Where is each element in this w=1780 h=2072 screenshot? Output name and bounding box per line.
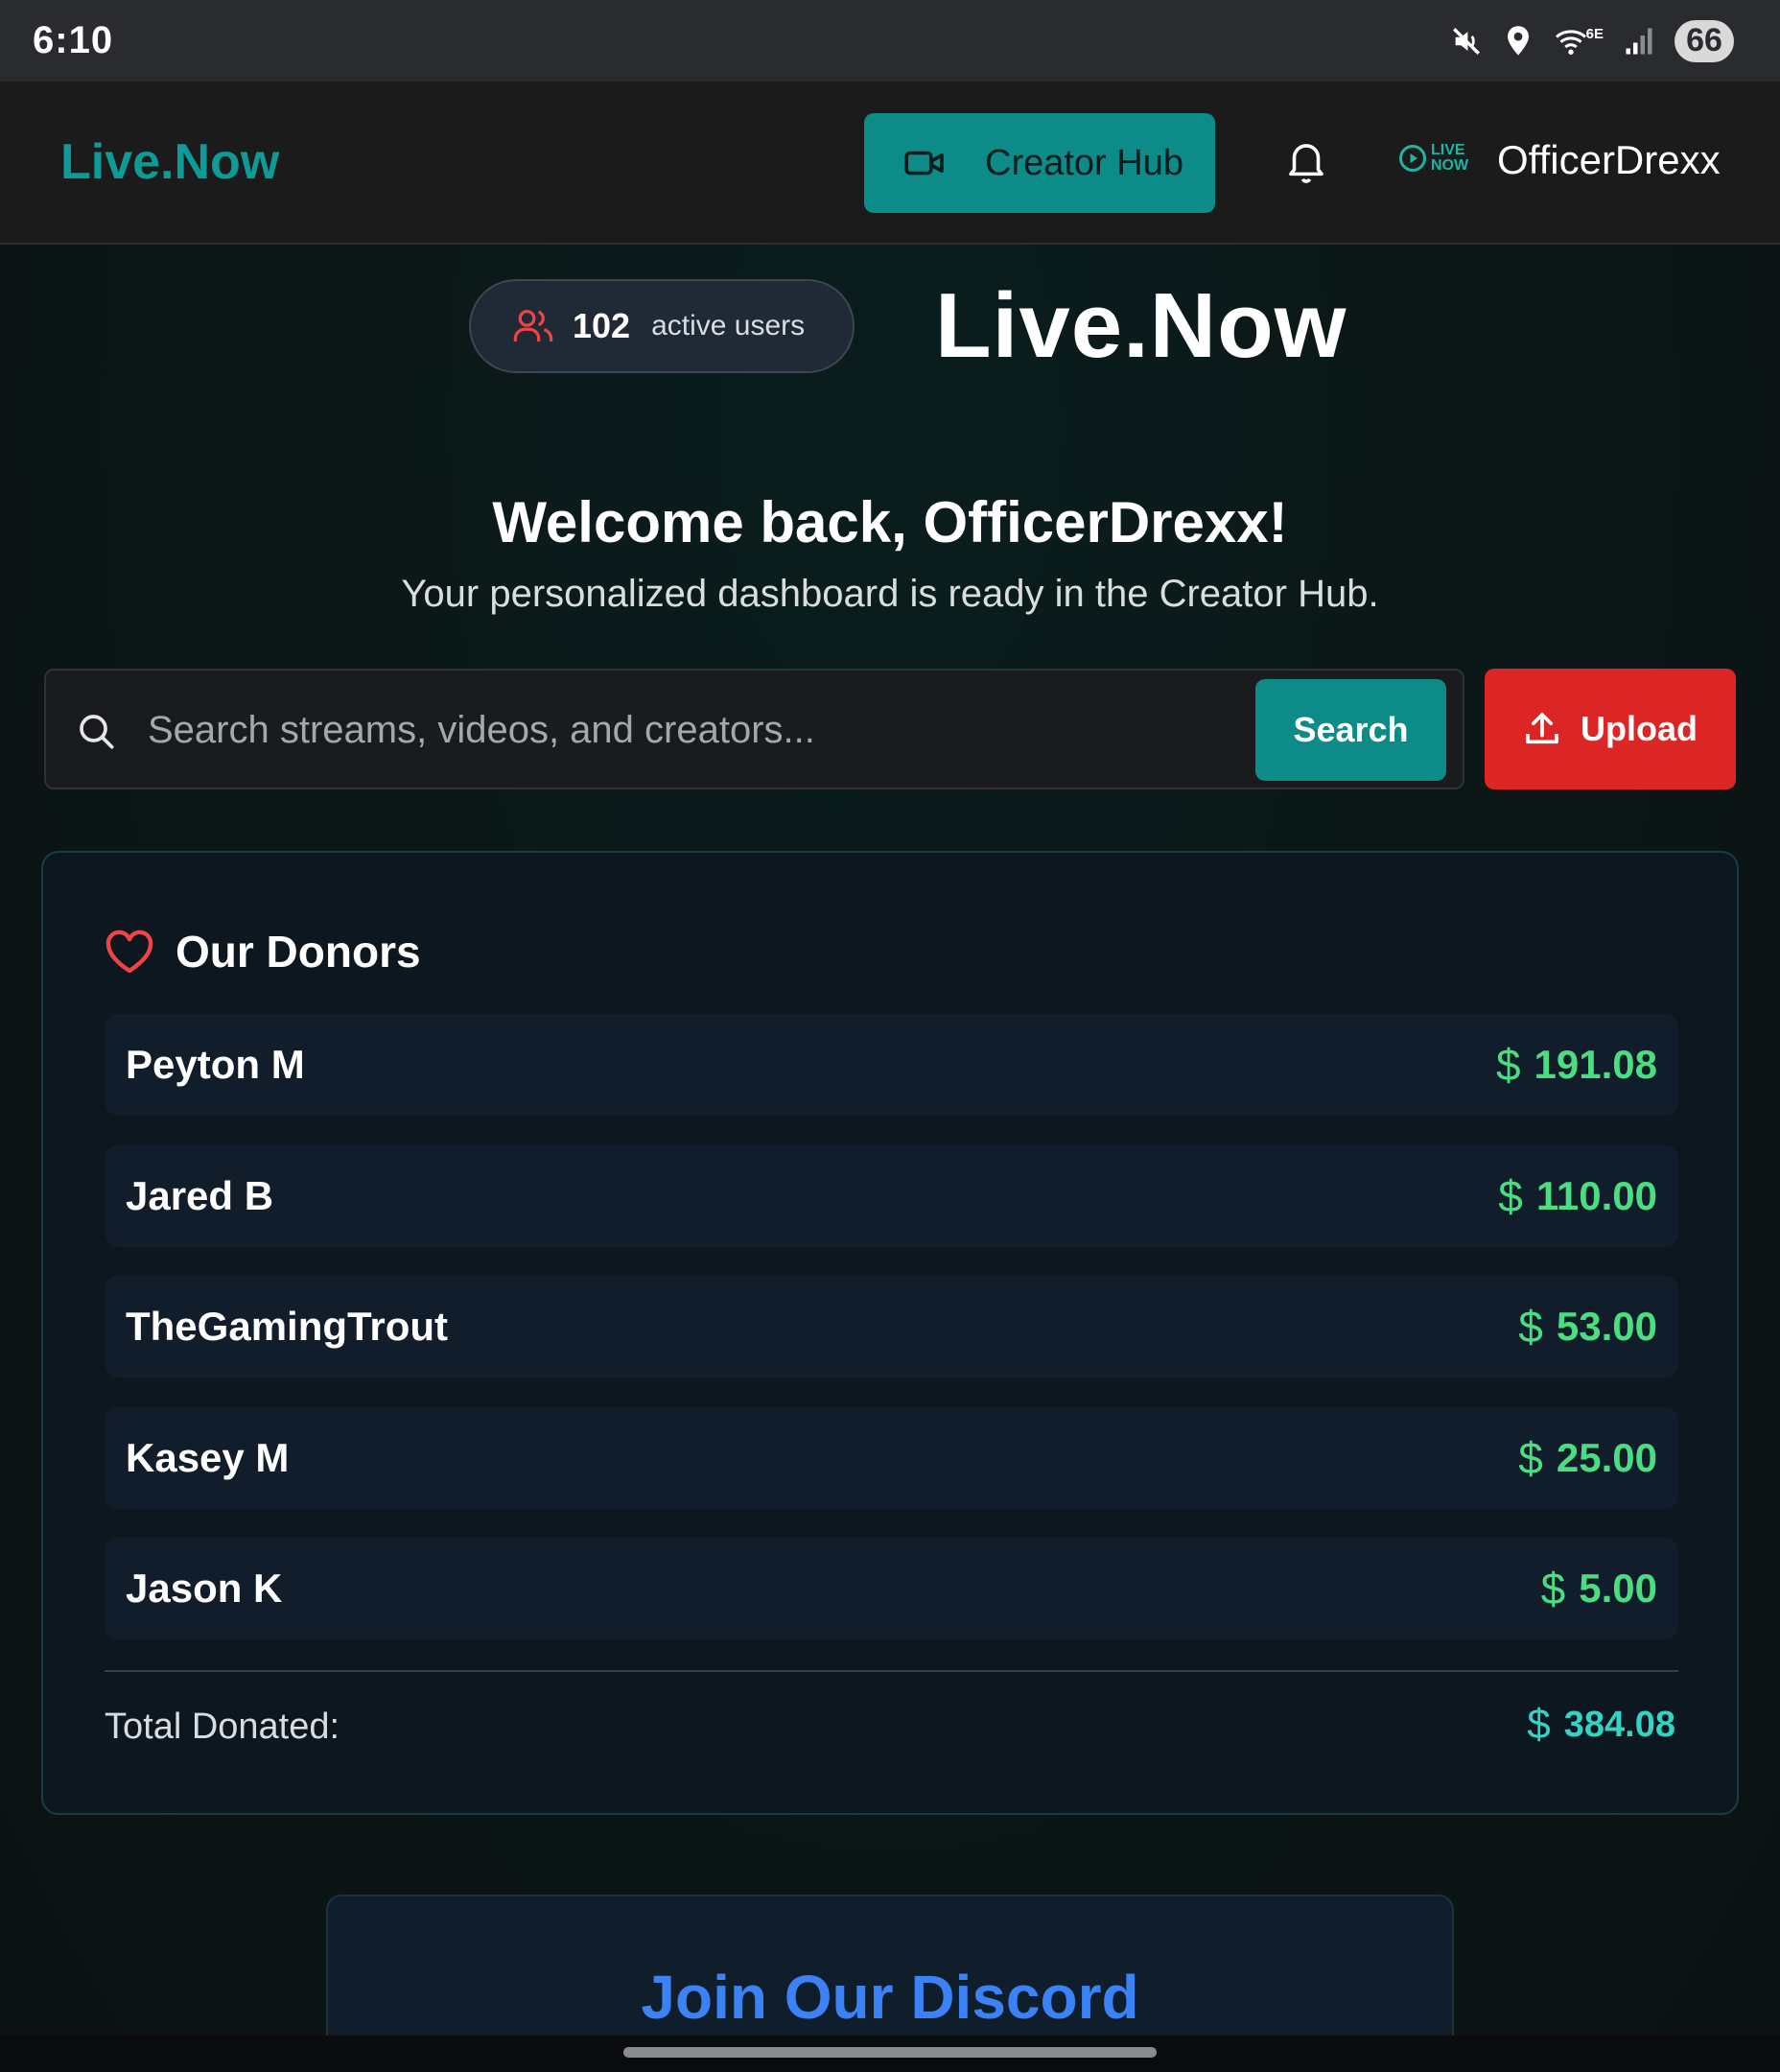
- heart-icon: [105, 930, 153, 974]
- donor-row: Kasey M $ 25.00: [105, 1407, 1678, 1509]
- status-bar: 6:10 6E 66: [0, 0, 1780, 82]
- signal-icon: [1626, 28, 1652, 54]
- donors-title: Our Donors: [176, 927, 421, 977]
- discord-title[interactable]: Join Our Discord: [328, 1962, 1452, 2033]
- username[interactable]: OfficerDrexx: [1497, 137, 1721, 183]
- search-button[interactable]: Search: [1255, 679, 1446, 781]
- donor-row: Peyton M $ 191.08: [105, 1014, 1678, 1116]
- active-users-label: active users: [651, 310, 806, 341]
- total-donated-label: Total Donated:: [105, 1707, 340, 1747]
- battery-icon: 66: [1675, 19, 1734, 62]
- search-input[interactable]: [148, 699, 1279, 761]
- donor-name: Kasey M: [126, 1435, 290, 1480]
- welcome-subtitle: Your personalized dashboard is ready in …: [401, 573, 1379, 615]
- dollar-icon: $: [1518, 1302, 1543, 1352]
- main-content: 102 active users Live.Now Welcome back, …: [0, 245, 1780, 2036]
- donors-header: Our Donors: [105, 926, 421, 977]
- live-now-logo[interactable]: LIVE NOW: [1398, 143, 1468, 174]
- brand-logo[interactable]: Live.Now: [60, 133, 279, 191]
- live-badge-top: LIVE: [1431, 142, 1465, 158]
- bell-icon[interactable]: [1285, 137, 1327, 185]
- status-time: 6:10: [33, 19, 114, 61]
- location-icon: [1507, 25, 1529, 56]
- hero-title: Live.Now: [935, 274, 1347, 377]
- donor-amount: $ 191.08: [1496, 1039, 1657, 1091]
- play-circle-icon: [1399, 145, 1426, 172]
- donor-amount-value: 191.08: [1534, 1042, 1657, 1087]
- users-icon: [513, 307, 553, 345]
- search-bar: Search: [44, 669, 1464, 789]
- donor-amount: $ 5.00: [1541, 1563, 1657, 1614]
- donor-amount-value: 110.00: [1535, 1173, 1657, 1218]
- divider: [105, 1670, 1678, 1672]
- network-type: 6E: [1585, 25, 1604, 42]
- status-icons: 6E 66: [1450, 19, 1734, 62]
- total-donated-value: 384.08: [1563, 1704, 1675, 1745]
- live-badge-bottom: NOW: [1431, 157, 1469, 174]
- gesture-handle[interactable]: [623, 2047, 1157, 2058]
- video-camera-icon: [904, 149, 945, 177]
- wifi-icon: 6E: [1554, 26, 1604, 57]
- upload-icon: [1526, 713, 1558, 744]
- donor-name: Peyton M: [126, 1042, 305, 1087]
- upload-button[interactable]: Upload: [1485, 669, 1736, 789]
- upload-label: Upload: [1581, 709, 1698, 748]
- top-navbar: Live.Now Creator Hub LIVE NOW OfficerDre…: [0, 82, 1780, 245]
- donor-name: Jason K: [126, 1566, 283, 1611]
- mute-icon: [1452, 27, 1480, 55]
- donor-amount-value: 5.00: [1579, 1566, 1657, 1611]
- discord-card[interactable]: Join Our Discord: [326, 1895, 1454, 2036]
- welcome-heading: Welcome back, OfficerDrexx!: [492, 490, 1288, 554]
- active-users-count: 102: [573, 306, 631, 345]
- dollar-icon: $: [1527, 1701, 1551, 1748]
- donor-name: TheGamingTrout: [126, 1304, 448, 1349]
- creator-hub-button[interactable]: Creator Hub: [864, 113, 1215, 213]
- donor-row: Jason K $ 5.00: [105, 1538, 1678, 1639]
- donor-row: TheGamingTrout $ 53.00: [105, 1276, 1678, 1377]
- dollar-icon: $: [1495, 1040, 1521, 1090]
- donors-card: Our Donors Peyton M $ 191.08 Jared B $ 1…: [41, 851, 1739, 1815]
- active-users-badge: 102 active users: [469, 279, 855, 373]
- total-donated-amount: $ 384.08: [1527, 1701, 1675, 1749]
- dollar-icon: $: [1540, 1564, 1566, 1613]
- donor-amount: $ 53.00: [1518, 1301, 1657, 1353]
- gesture-navigation-bar: [0, 2036, 1780, 2072]
- search-icon: [80, 715, 114, 749]
- donor-name: Jared B: [126, 1173, 274, 1218]
- donor-amount: $ 110.00: [1498, 1170, 1657, 1222]
- donor-amount-value: 53.00: [1556, 1304, 1657, 1349]
- donor-amount-value: 25.00: [1556, 1435, 1657, 1480]
- dollar-icon: $: [1518, 1433, 1543, 1483]
- creator-hub-label: Creator Hub: [985, 142, 1183, 183]
- donor-amount: $ 25.00: [1518, 1432, 1657, 1484]
- donor-row: Jared B $ 110.00: [105, 1145, 1678, 1247]
- dollar-icon: $: [1498, 1171, 1523, 1221]
